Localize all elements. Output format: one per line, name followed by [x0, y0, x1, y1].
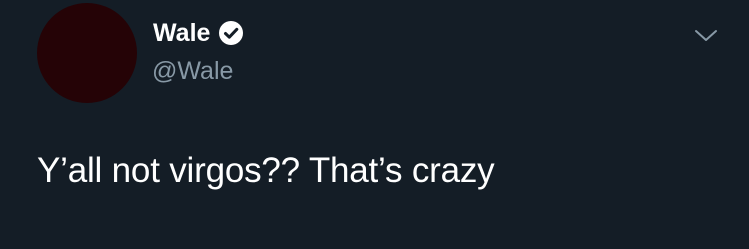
verified-badge-icon	[218, 20, 244, 46]
chevron-down-icon[interactable]	[694, 26, 718, 46]
author-display-name[interactable]: Wale	[153, 18, 210, 48]
tweet-card: Wale @Wale Y’all not virgos?? That’s cra…	[0, 0, 749, 249]
author-name-row: Wale	[153, 18, 244, 48]
author-handle[interactable]: @Wale	[152, 56, 233, 86]
avatar[interactable]	[37, 3, 137, 103]
tweet-text: Y’all not virgos?? That’s crazy	[37, 151, 495, 190]
